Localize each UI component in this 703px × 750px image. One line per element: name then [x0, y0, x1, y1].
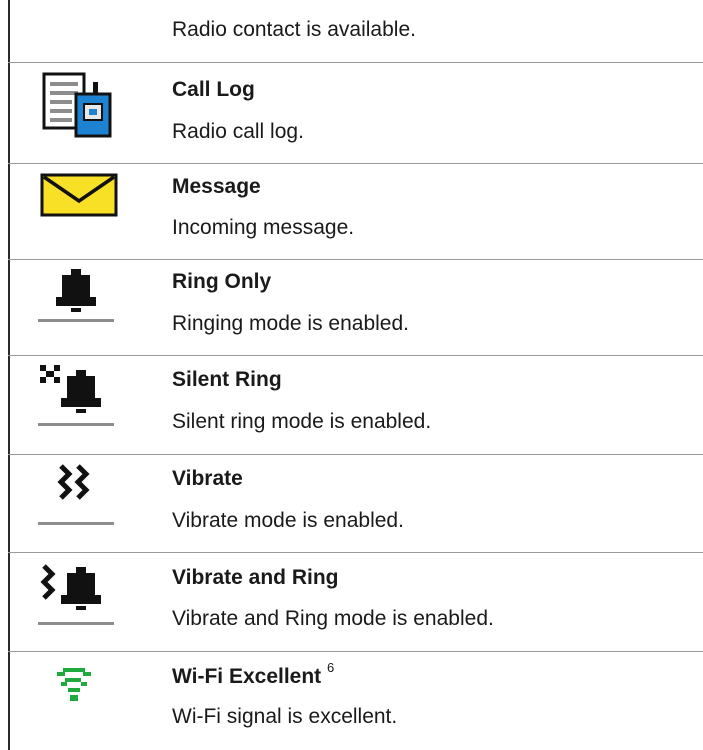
row-description: Silent ring mode is enabled. — [172, 410, 432, 433]
silent-bell-icon — [36, 363, 116, 438]
row-title: Message — [172, 175, 261, 198]
row-title: Silent Ring — [172, 368, 282, 391]
row-description: Wi-Fi signal is excellent. — [172, 705, 398, 728]
row-title: Wi-Fi Excellent 6 — [172, 660, 335, 688]
row-title: Call Log — [172, 78, 255, 101]
row-divider — [8, 454, 703, 455]
row-title: Vibrate — [172, 467, 243, 490]
vibrate-bell-icon — [36, 560, 116, 635]
message-envelope-icon — [40, 173, 118, 222]
row-description: Radio contact is available. — [172, 18, 416, 41]
row-divider — [8, 651, 703, 652]
row-title: Ring Only — [172, 270, 272, 293]
row-divider — [8, 355, 703, 356]
row-divider — [8, 259, 703, 260]
call-log-icon — [42, 72, 116, 143]
row-divider — [8, 62, 703, 63]
row-title: Vibrate and Ring — [172, 566, 339, 589]
footnote-marker: 6 — [327, 660, 335, 675]
wifi-excellent-icon — [55, 668, 95, 707]
row-description: Ringing mode is enabled. — [172, 312, 409, 335]
row-divider — [8, 552, 703, 553]
row-divider — [8, 163, 703, 164]
row-description: Vibrate and Ring mode is enabled. — [172, 607, 494, 630]
left-border — [8, 0, 10, 750]
row-description: Vibrate mode is enabled. — [172, 509, 404, 532]
row-description: Radio call log. — [172, 120, 304, 143]
vibrate-icon — [36, 462, 116, 535]
row-description: Incoming message. — [172, 216, 355, 239]
bell-icon — [36, 266, 116, 333]
